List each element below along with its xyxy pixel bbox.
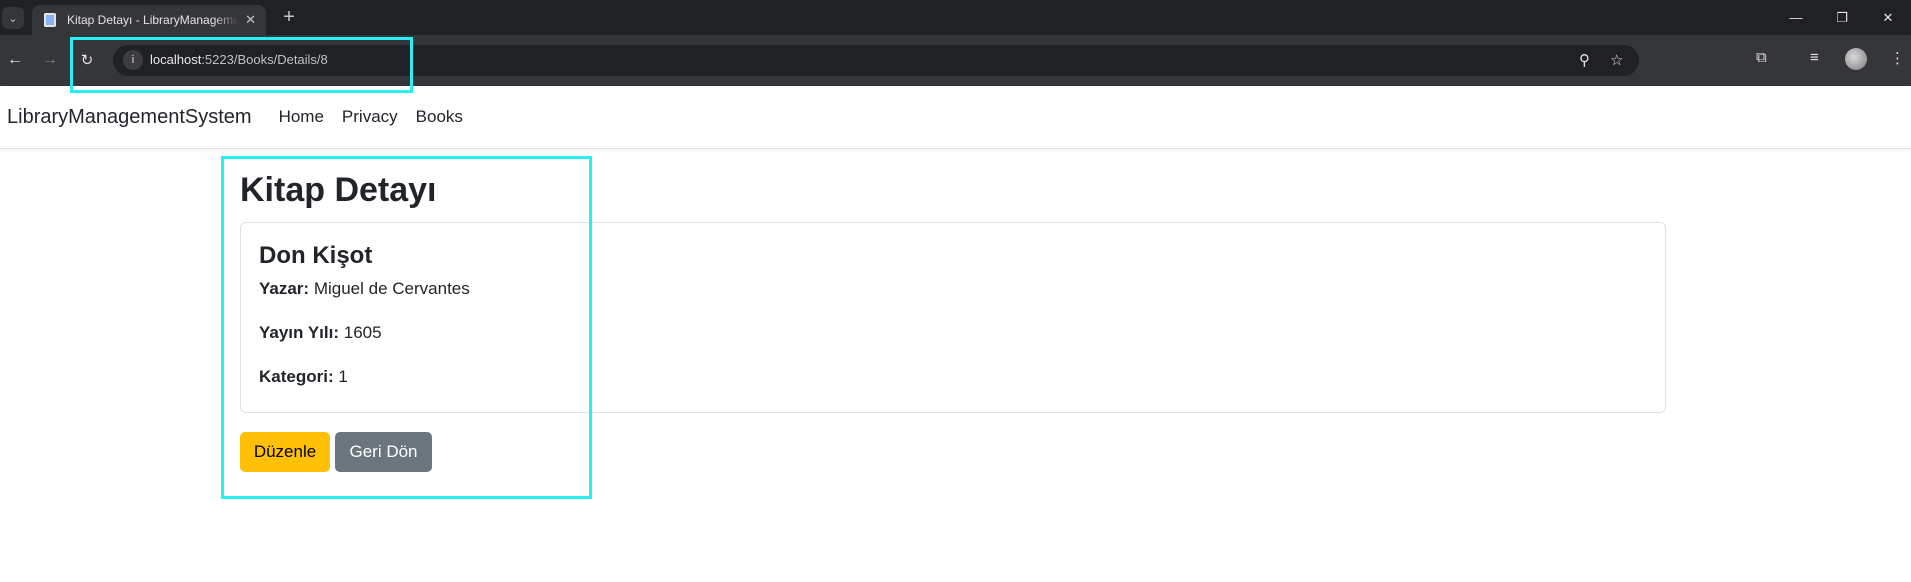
page-favicon-icon <box>44 13 56 27</box>
site-brand-link[interactable]: LibraryManagementSystem <box>7 106 252 129</box>
browser-tabstrip: ⌄ Kitap Detayı - LibraryManagementSystem… <box>0 0 1911 35</box>
tab-search-chevron-icon[interactable]: ⌄ <box>2 7 24 29</box>
nav-link-privacy[interactable]: Privacy <box>342 107 398 127</box>
new-tab-plus-icon[interactable]: + <box>278 7 300 29</box>
nav-link-books[interactable]: Books <box>416 107 463 127</box>
restore-icon[interactable]: ❐ <box>1819 0 1865 35</box>
tab-title: Kitap Detayı - LibraryManagementSystem <box>67 13 240 27</box>
site-nav-links: Home Privacy Books <box>279 107 481 127</box>
extensions-puzzle-icon[interactable]: ⧉ <box>1756 49 1767 66</box>
browser-tab[interactable]: Kitap Detayı - LibraryManagementSystem ✕ <box>32 5 266 35</box>
content-highlight-box <box>221 156 592 499</box>
bookmark-star-icon[interactable]: ☆ <box>1610 51 1623 69</box>
window-close-icon[interactable]: ✕ <box>1865 0 1911 35</box>
nav-link-home[interactable]: Home <box>279 107 324 127</box>
browser-menu-icon[interactable]: ⋮ <box>1890 49 1905 67</box>
profile-avatar[interactable] <box>1845 48 1867 70</box>
tab-close-icon[interactable]: ✕ <box>245 12 256 28</box>
minimize-icon[interactable]: — <box>1773 0 1819 35</box>
site-navbar: LibraryManagementSystem Home Privacy Boo… <box>0 86 1911 149</box>
zoom-icon[interactable]: ⚲ <box>1579 51 1590 69</box>
back-arrow-icon[interactable]: ← <box>3 48 27 72</box>
address-bar-highlight-box <box>70 37 413 93</box>
media-control-icon[interactable]: ≡ <box>1810 49 1819 66</box>
forward-arrow-icon[interactable]: → <box>38 48 62 72</box>
